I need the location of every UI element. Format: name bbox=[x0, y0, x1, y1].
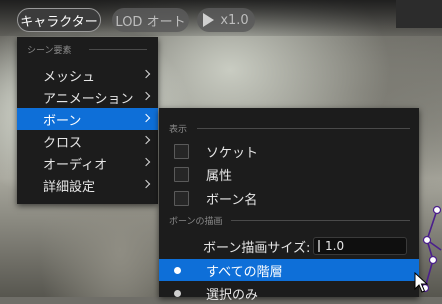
bone-draw-size-label: ボーン描画サイズ: bbox=[203, 240, 311, 256]
chevron-right-icon bbox=[141, 113, 151, 123]
character-menu-button[interactable]: キャラクター bbox=[17, 8, 101, 32]
bone-submenu: 表示 ソケット 属性 ボーン名 ボーンの描画 ボーン描画サイズ: 1.0 すべて… bbox=[159, 108, 419, 303]
menu-item-label: ボーン bbox=[43, 113, 82, 129]
chevron-right-icon bbox=[141, 91, 151, 101]
section-divider bbox=[231, 220, 410, 221]
checkbox[interactable] bbox=[174, 191, 189, 206]
radio-label: すべての階層 bbox=[206, 264, 283, 280]
chevron-right-icon bbox=[141, 157, 151, 167]
radio-label: 選択のみ bbox=[206, 287, 259, 303]
menu-item-advanced[interactable]: 詳細設定 bbox=[17, 174, 158, 196]
section-divider bbox=[197, 128, 410, 129]
bone-draw-size-value: 1.0 bbox=[325, 239, 345, 253]
character-dropdown-menu: シーン要素 メッシュ アニメーション ボーン クロス オーディオ 詳細設定 bbox=[17, 37, 158, 204]
check-bone-names[interactable]: ボーン名 bbox=[159, 187, 419, 210]
section-divider bbox=[89, 49, 147, 50]
radio-all-hierarchy[interactable]: すべての階層 bbox=[159, 259, 419, 281]
play-speed-label: x1.0 bbox=[220, 12, 249, 28]
menu-item-label: アニメーション bbox=[43, 91, 134, 107]
check-label: ソケット bbox=[206, 146, 259, 161]
menu-item-mesh[interactable]: メッシュ bbox=[17, 64, 158, 86]
chevron-right-icon bbox=[141, 179, 151, 189]
lod-label: LOD オート bbox=[115, 14, 186, 30]
check-sockets[interactable]: ソケット bbox=[159, 140, 419, 163]
section-title: シーン要素 bbox=[27, 45, 72, 56]
menu-item-label: メッシュ bbox=[43, 69, 96, 85]
menu-item-label: オーディオ bbox=[43, 157, 108, 173]
check-attributes[interactable]: 属性 bbox=[159, 163, 419, 186]
radio-selected-icon bbox=[174, 266, 181, 274]
toolbar-right-panel bbox=[396, 0, 442, 28]
check-label: ボーン名 bbox=[206, 193, 258, 208]
section-header-bone-drawing: ボーンの描画 bbox=[159, 212, 419, 228]
menu-item-cloth[interactable]: クロス bbox=[17, 130, 158, 152]
play-icon bbox=[203, 13, 215, 27]
chevron-right-icon bbox=[141, 135, 151, 145]
menu-item-animation[interactable]: アニメーション bbox=[17, 86, 158, 108]
radio-icon bbox=[174, 289, 181, 297]
bone-draw-size-input[interactable]: 1.0 bbox=[313, 237, 407, 255]
section-header-display: 表示 bbox=[159, 120, 419, 136]
checkbox[interactable] bbox=[174, 144, 189, 159]
character-menu-label: キャラクター bbox=[20, 14, 98, 30]
menu-item-audio[interactable]: オーディオ bbox=[17, 152, 158, 174]
checkbox[interactable] bbox=[174, 167, 189, 182]
menu-item-bone[interactable]: ボーン bbox=[17, 108, 158, 130]
lod-button[interactable]: LOD オート bbox=[112, 8, 189, 32]
section-title: 表示 bbox=[169, 124, 188, 135]
menu-item-label: クロス bbox=[43, 135, 83, 151]
chevron-right-icon bbox=[141, 69, 151, 79]
drag-handle-icon[interactable] bbox=[318, 240, 320, 252]
mouse-cursor-icon bbox=[414, 272, 428, 293]
play-speed-button[interactable]: x1.0 bbox=[197, 8, 255, 32]
menu-item-label: 詳細設定 bbox=[43, 179, 96, 195]
section-title: ボーンの描画 bbox=[169, 216, 223, 227]
bone-draw-size-row: ボーン描画サイズ: 1.0 bbox=[159, 235, 419, 257]
section-header-scene-elements: シーン要素 bbox=[17, 41, 158, 57]
radio-selected-only[interactable]: 選択のみ bbox=[159, 282, 419, 304]
check-label: 属性 bbox=[206, 169, 233, 184]
